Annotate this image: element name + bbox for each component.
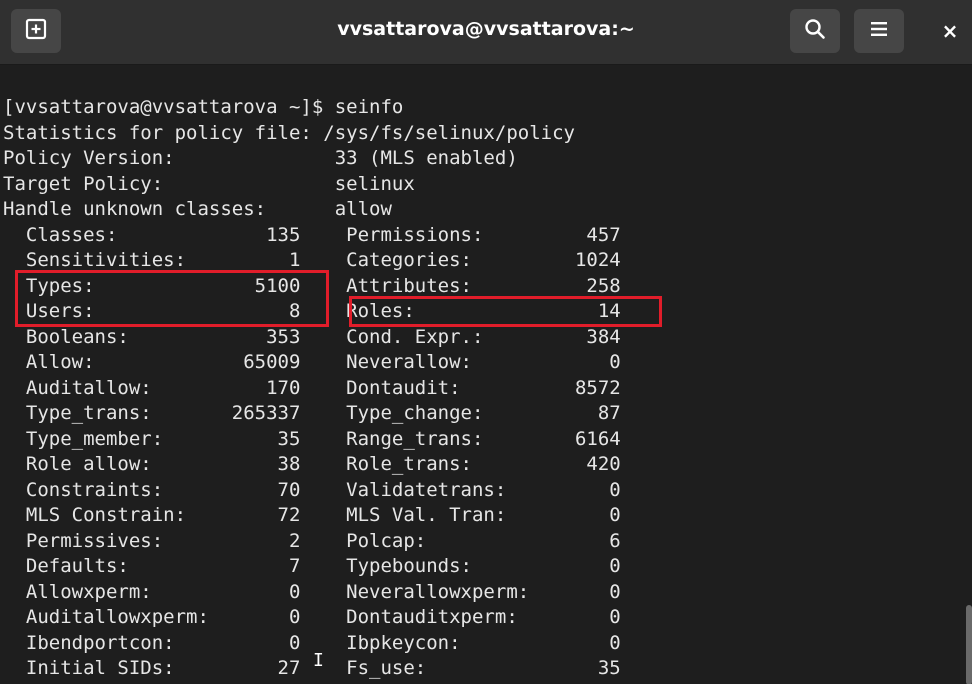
highlight-box-roles — [349, 296, 662, 327]
terminal-line: Auditallowxperm: 0 Dontauditxperm: 0 — [3, 606, 621, 628]
terminal-line: Classes: 135 Permissions: 457 — [3, 223, 621, 246]
terminal-line: Policy Version: 33 (MLS enabled) — [3, 147, 518, 169]
terminal-line: Allowxperm: 0 Neverallowxperm: 0 — [3, 580, 621, 603]
highlight-box-types-users — [15, 270, 329, 327]
terminal-line: Type_member: 35 Range_trans: 6164 — [3, 427, 621, 450]
terminal-titlebar: vvsattarova@vvsattarova:~ × — [0, 0, 972, 65]
terminal-line: Auditallow: 170 Dontaudit: 8572 — [3, 376, 621, 399]
terminal-line: [vvsattarova@vvsattarova ~]$ seinfo — [3, 96, 404, 118]
terminal-line: Target Policy: selinux — [3, 172, 415, 195]
close-button[interactable]: × — [930, 9, 970, 53]
terminal-line: Role allow: 38 Role_trans: 420 — [3, 453, 621, 475]
terminal-line: Ibendportcon: 0 Ibpkeycon: 0 — [3, 631, 621, 654]
close-icon: × — [941, 19, 959, 43]
terminal-line: Allow: 65009 Neverallow: 0 — [3, 351, 621, 373]
search-icon — [804, 18, 826, 44]
terminal-line: Booleans: 353 Cond. Expr.: 384 — [3, 325, 621, 348]
terminal-line: Permissives: 2 Polcap: 6 — [3, 529, 621, 552]
terminal-output-area[interactable]: [vvsattarova@vvsattarova ~]$ seinfo Stati… — [0, 65, 972, 684]
terminal-line: Constraints: 70 Validatetrans: 0 — [3, 478, 621, 501]
text-cursor-icon: I — [313, 650, 324, 671]
terminal-line: Initial SIDs: 27 Fs_use: 35 — [3, 657, 621, 679]
terminal-text: [vvsattarova@vvsattarova ~]$ seinfo Stati… — [3, 95, 621, 682]
terminal-line: Defaults: 7 Typebounds: 0 — [3, 555, 621, 577]
hamburger-menu-icon — [869, 20, 889, 42]
scrollbar-thumb[interactable] — [966, 605, 972, 684]
search-button[interactable] — [790, 9, 840, 53]
terminal-line: Statistics for policy file: /sys/fs/seli… — [3, 121, 575, 144]
terminal-line: MLS Constrain: 72 MLS Val. Tran: 0 — [3, 504, 621, 526]
terminal-line: Handle unknown classes: allow — [3, 198, 392, 220]
terminal-line: Type_trans: 265337 Type_change: 87 — [3, 402, 621, 424]
menu-button[interactable] — [854, 9, 904, 53]
